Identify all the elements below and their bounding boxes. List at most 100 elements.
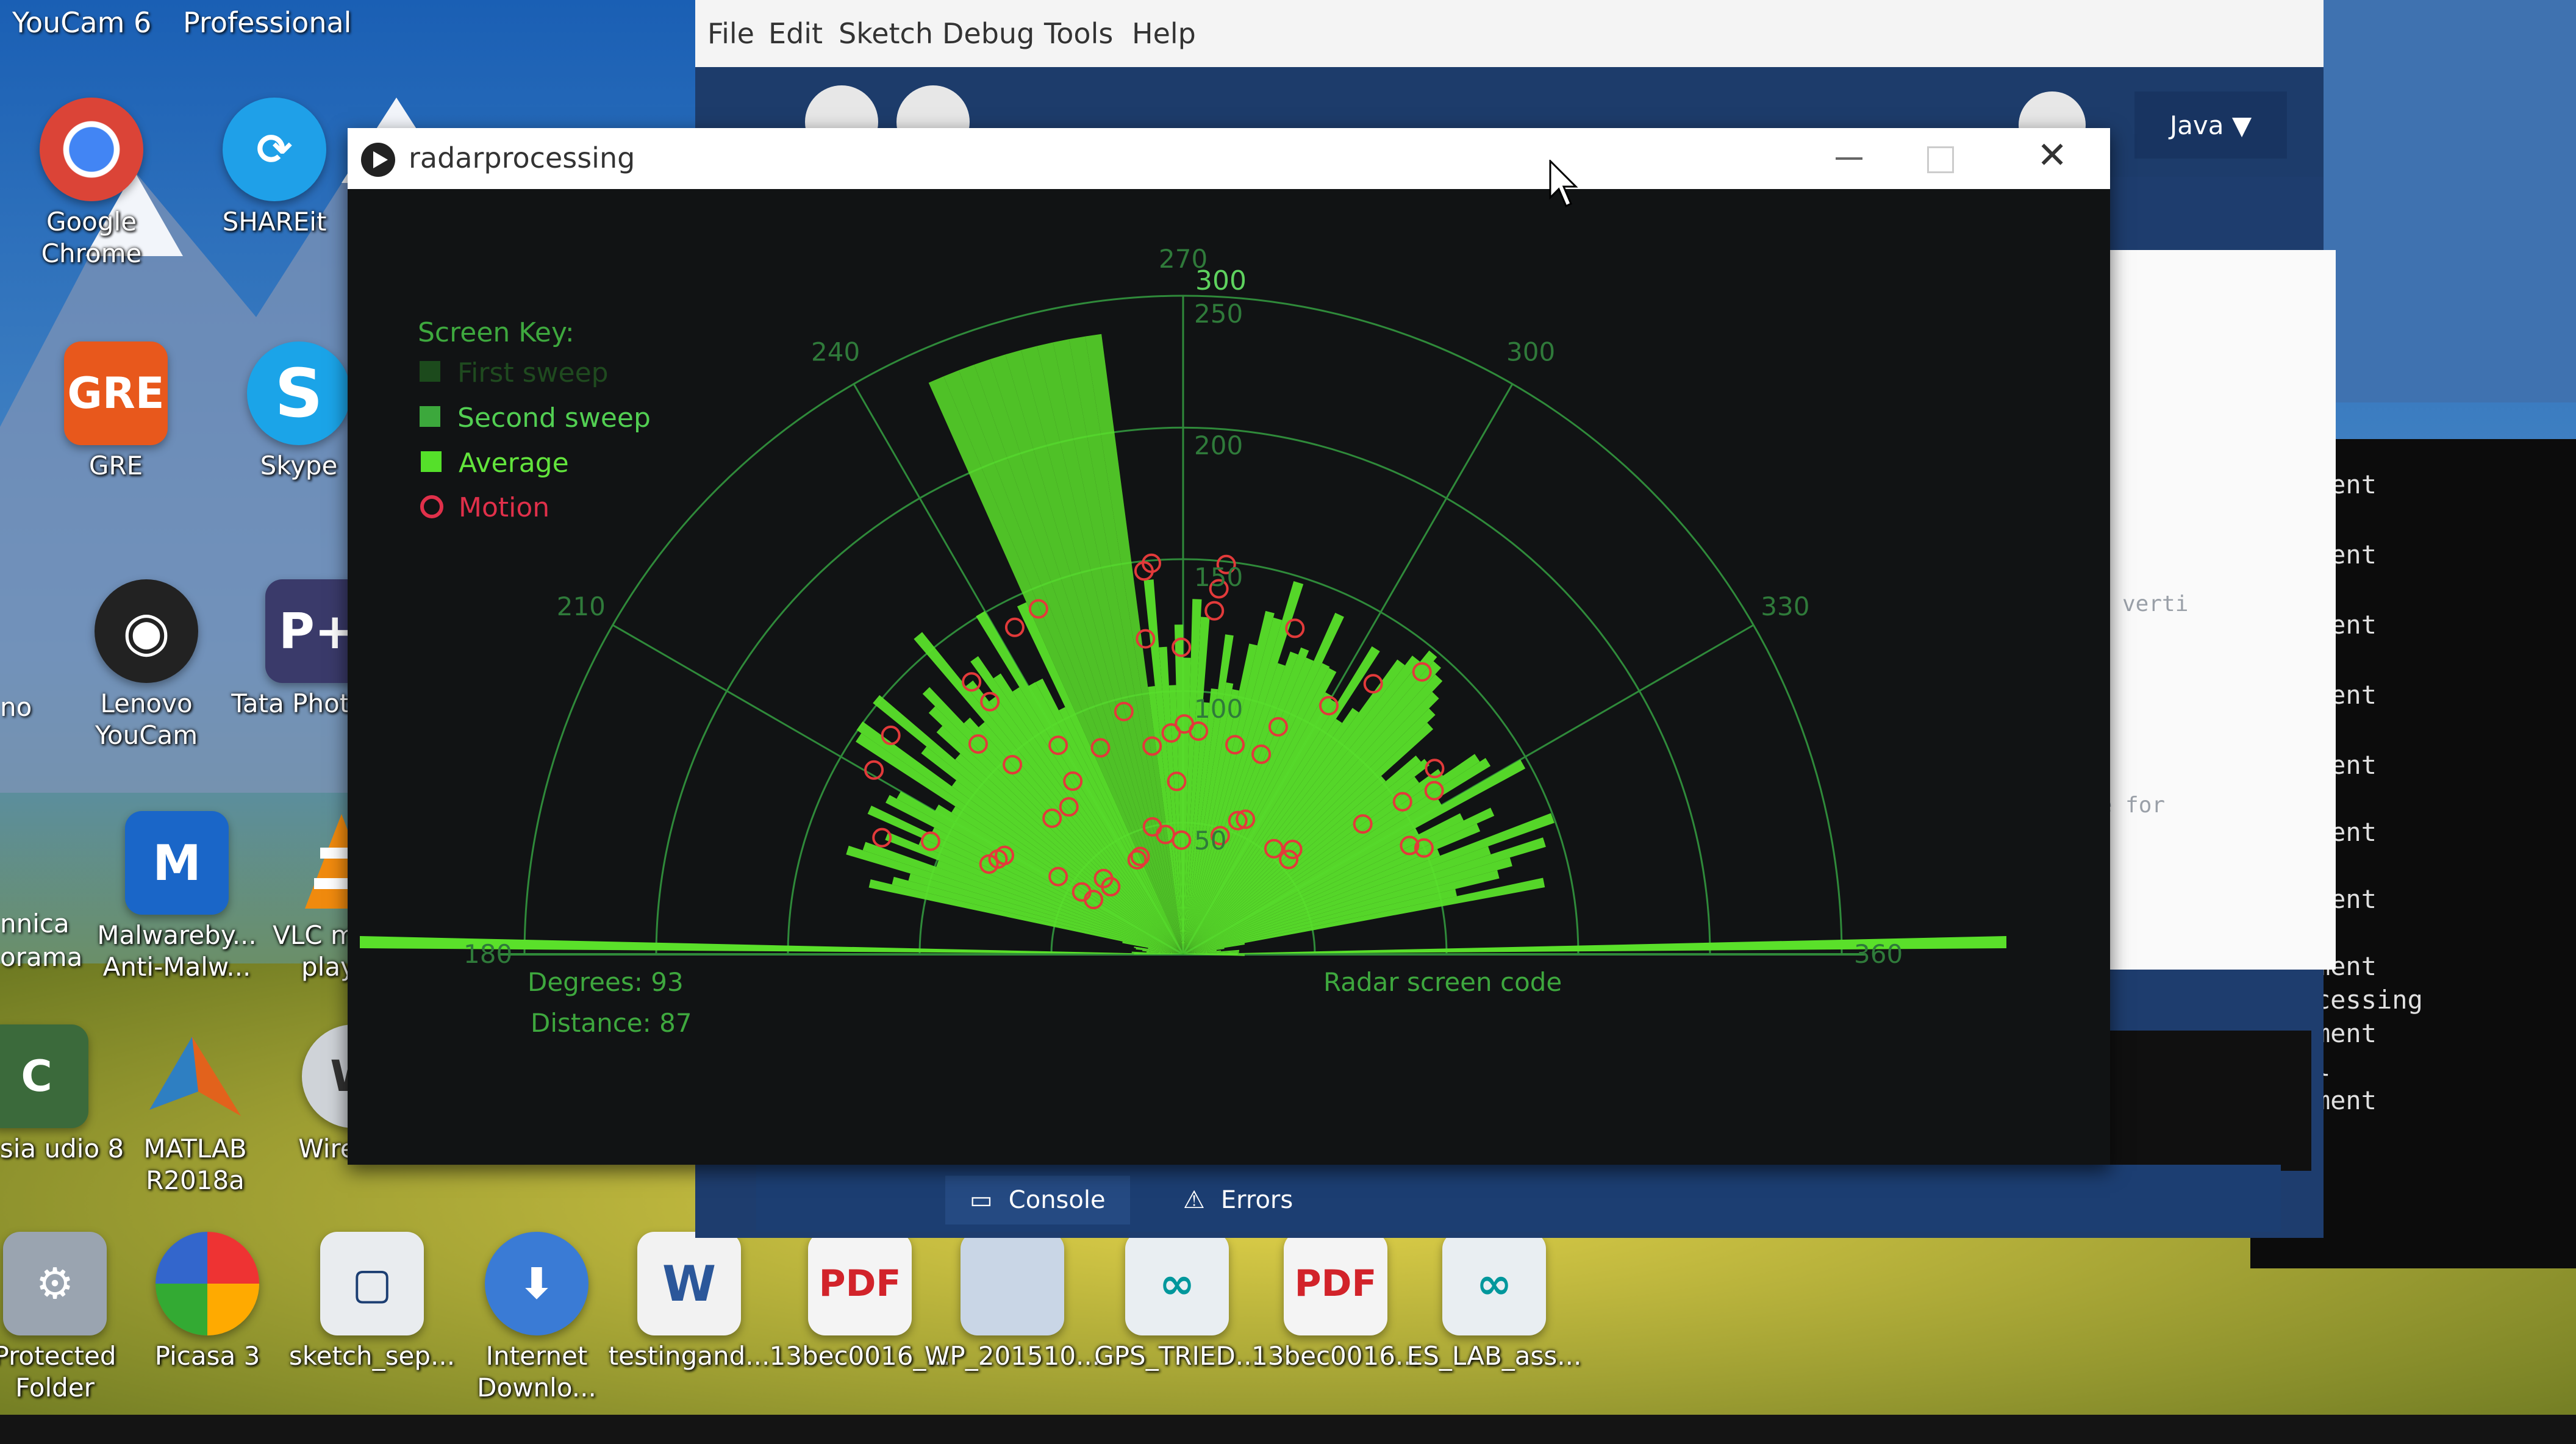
distance-label: 150 (1194, 562, 1243, 592)
key-swatch-second-sweep (420, 406, 440, 427)
word-doc-icon: W (637, 1232, 741, 1335)
close-button[interactable]: ✕ (2037, 134, 2067, 177)
distance-readout: Distance: 87 (531, 1008, 692, 1038)
angle-label: 360 (1854, 939, 1903, 969)
desktop-icon-label: WP_201510... (924, 1341, 1101, 1371)
sketch-file-icon: ▢ (320, 1232, 424, 1335)
ide-menubar: File Edit Sketch Debug Tools Help (695, 0, 2324, 67)
desktop-icon-shareit[interactable]: ⟳ SHAREit (183, 98, 366, 238)
shareit-icon: ⟳ (223, 98, 326, 201)
arduino-file-icon-2: ∞ (1442, 1232, 1546, 1335)
desktop-icon-matlab[interactable]: MATLAB R2018a (104, 1024, 287, 1196)
camtasia-icon: C (0, 1024, 88, 1128)
desktop-icon-label: Google Chrome (41, 207, 142, 268)
distance-label: 200 (1194, 431, 1243, 460)
desktop-icon-gre[interactable]: GRE GRE (24, 341, 207, 482)
desktop-label-professional: Professional (183, 6, 352, 39)
internet-download-icon: ⬇ (485, 1232, 589, 1335)
windows-taskbar[interactable] (0, 1415, 2576, 1444)
angle-label: 210 (557, 592, 606, 621)
menu-tools[interactable]: Tools (1044, 17, 1113, 50)
mode-selector[interactable]: Java ▼ (2134, 91, 2287, 159)
maximize-button[interactable] (1927, 146, 1954, 173)
desktop-icon-lenovo-youcam[interactable]: ◉ Lenovo YouCam (55, 579, 238, 751)
tab-errors-label: Errors (1220, 1186, 1293, 1214)
matlab-icon (143, 1024, 247, 1128)
tab-errors[interactable]: ⚠ Errors (1159, 1176, 1317, 1224)
desktop-icon-malwarebytes[interactable]: M Malwareby... Anti-Malw... (85, 811, 268, 983)
desktop-icon-label: Lenovo YouCam (95, 688, 198, 750)
warning-icon: ⚠ (1183, 1186, 1205, 1214)
radar-caption: Radar screen code (1323, 967, 1562, 997)
desktop-icon-word-doc[interactable]: W testingand... (598, 1232, 781, 1372)
gre-icon: GRE (64, 341, 168, 445)
distance-label: 100 (1194, 694, 1243, 724)
sketch-titlebar[interactable]: radarprocessing ✕ (348, 128, 2110, 189)
desktop-icon-label: Picasa 3 (154, 1341, 260, 1371)
desktop-icon-label: 13bec0016... (1251, 1341, 1420, 1371)
sketch-window-title: radarprocessing (409, 141, 635, 174)
menu-help[interactable]: Help (1132, 17, 1196, 50)
key-first-sweep: First sweep (457, 357, 609, 388)
desktop-icon-label: testingand... (608, 1341, 770, 1371)
processing-app-icon (361, 143, 395, 177)
angle-label: 240 (811, 337, 860, 367)
key-second-sweep: Second sweep (457, 402, 651, 434)
desktop-icon-arduino-2[interactable]: ∞ ES_LAB_ass... (1403, 1232, 1586, 1372)
menu-sketch[interactable]: Sketch (839, 17, 933, 50)
lenovo-youcam-icon: ◉ (95, 579, 198, 683)
key-swatch-first-sweep (420, 361, 440, 382)
desktop-icon-pdf-2[interactable]: PDF 13bec0016... (1244, 1232, 1427, 1372)
malwarebytes-icon: M (125, 811, 229, 915)
tab-console[interactable]: ▭ Console (945, 1176, 1130, 1224)
menu-file[interactable]: File (707, 17, 754, 50)
angle-label: 180 (463, 939, 512, 969)
screen-key-title: Screen Key: (418, 317, 574, 348)
radar-canvas: 180210240270300330360300 50100150200250 … (348, 189, 2110, 1165)
menu-debug[interactable]: Debug (942, 17, 1034, 50)
wp-image-icon (961, 1232, 1064, 1335)
tab-console-label: Console (1008, 1186, 1106, 1214)
partial-icon-label: nnica (0, 909, 70, 938)
degrees-readout: Degrees: 93 (528, 967, 684, 997)
partial-icon-label: orama (0, 942, 83, 972)
desktop-label-youcam: YouCam 6 (12, 6, 152, 39)
desktop-icon-label: ES_LAB_ass... (1406, 1341, 1582, 1371)
current-angle-label: 300 (1195, 265, 1247, 296)
desktop-icon-label: GRE (88, 451, 143, 481)
angle-label: 300 (1506, 337, 1555, 367)
desktop-icon-label: GPS_TRIED... (1094, 1341, 1260, 1371)
desktop-icon-arduino-1[interactable]: ∞ GPS_TRIED... (1086, 1232, 1268, 1372)
desktop-icon-label: Malwareby... Anti-Malw... (97, 920, 257, 982)
key-motion: Motion (459, 492, 549, 523)
arduino-file-icon: ∞ (1125, 1232, 1229, 1335)
code-fragment: verti (2122, 592, 2189, 617)
key-swatch-average (421, 451, 442, 472)
picasa-icon (156, 1232, 259, 1335)
partial-icon-label: no (0, 692, 32, 722)
desktop-icon-label: SHAREit (222, 207, 327, 237)
key-average: Average (459, 448, 569, 479)
desktop-icon-label: MATLAB R2018a (143, 1134, 247, 1195)
desktop-icon-chrome[interactable]: Google Chrome (0, 98, 183, 270)
angle-label: 330 (1761, 592, 1809, 621)
mouse-cursor-icon (1549, 160, 1578, 208)
desktop-icon-sketch-file[interactable]: ▢ sketch_sep... (281, 1232, 463, 1372)
desktop-icon-camtasia[interactable]: C mtasia udio 8 (0, 1024, 128, 1165)
desktop-icon-label: sketch_sep... (288, 1341, 456, 1371)
desktop-icon-picasa[interactable]: Picasa 3 (116, 1232, 299, 1372)
sketch-window: radarprocessing ✕ 180 210 240 270 300 330 360 3… (348, 128, 2110, 1165)
desktop-icon-wp-image[interactable]: WP_201510... (921, 1232, 1104, 1372)
distance-label: 50 (1194, 826, 1226, 856)
pdf-file-icon: PDF (808, 1232, 912, 1335)
distance-label: 250 (1194, 299, 1243, 329)
menu-edit[interactable]: Edit (768, 17, 823, 50)
protected-folder-icon: ⚙ (3, 1232, 107, 1335)
minimize-button[interactable] (1836, 157, 1862, 160)
google-chrome-icon (40, 98, 143, 201)
skype-icon: S (247, 341, 351, 445)
pdf-file-icon-2: PDF (1284, 1232, 1387, 1335)
desktop-icon-label: mtasia udio 8 (0, 1134, 124, 1163)
ide-footer-tabs: ▭ Console ⚠ Errors (756, 1165, 2281, 1232)
console-icon: ▭ (970, 1186, 993, 1214)
